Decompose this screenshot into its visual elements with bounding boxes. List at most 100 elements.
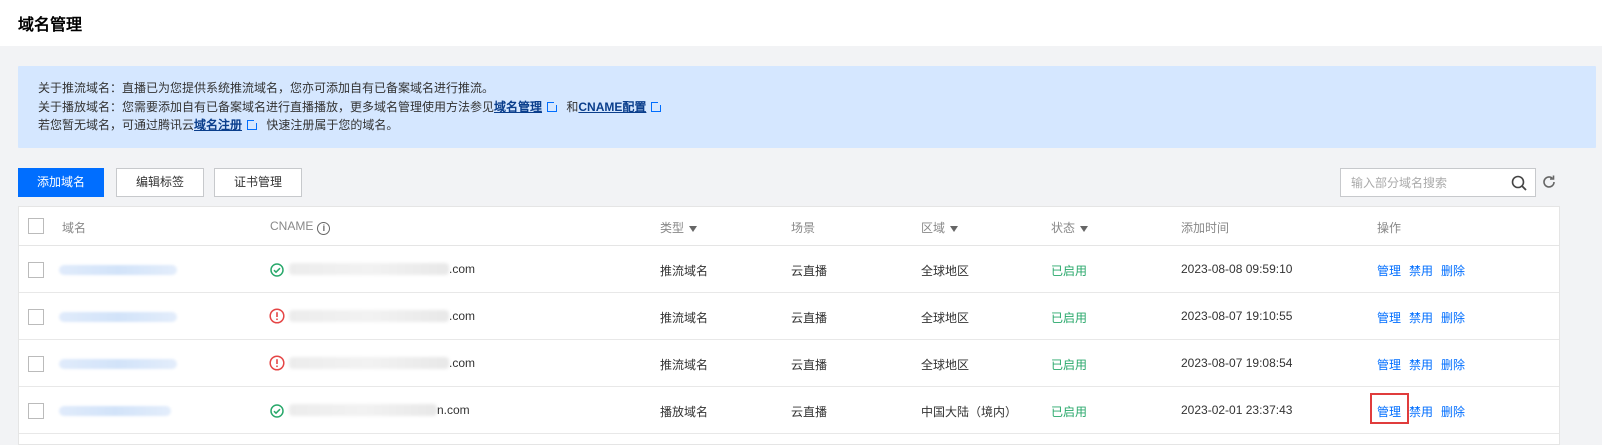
scene-cell: 云直播 [791, 405, 828, 419]
search-icon[interactable] [1511, 175, 1527, 191]
notice-line-1: 关于推流域名：直播已为您提供系统推流域名，您亦可添加自有已备案域名进行推流。 [38, 81, 495, 95]
edit-tags-button[interactable]: 编辑标签 [116, 168, 204, 197]
cname-redacted [289, 404, 437, 416]
info-notice: 关于推流域名：直播已为您提供系统推流域名，您亦可添加自有已备案域名进行推流。 关… [18, 66, 1596, 148]
header-status[interactable]: 状态 [1051, 219, 1089, 236]
cname-suffix: .com [449, 309, 476, 323]
filter-icon[interactable] [950, 226, 959, 232]
region-cell: 中国大陆（境内） [921, 405, 1018, 419]
table-row: .com 推流域名 云直播 全球地区 已启用 2023-08-07 19:10:… [19, 293, 1559, 340]
region-cell: 全球地区 [921, 358, 970, 372]
header-actions: 操作 [1377, 221, 1402, 235]
added-time-cell: 2023-08-07 19:08:54 [1181, 356, 1293, 370]
manage-highlight-box [1370, 393, 1409, 424]
page-title: 域名管理 [18, 17, 83, 34]
page-header: 域名管理 [0, 0, 1602, 46]
row-checkbox[interactable] [28, 356, 44, 372]
filter-icon[interactable] [1080, 226, 1089, 232]
cname-suffix: .com [449, 356, 476, 370]
table-row: n.com 播放域名 云直播 中国大陆（境内） 已启用 2023-02-01 2… [19, 387, 1559, 434]
check-circle-icon [270, 404, 284, 418]
check-circle-icon [270, 263, 284, 277]
notice-line-3-text: 若您暂无域名，可通过腾讯云 [38, 118, 195, 132]
region-cell: 全球地区 [921, 264, 970, 278]
type-cell: 推流域名 [660, 358, 709, 372]
added-time-cell: 2023-08-08 09:59:10 [1181, 262, 1293, 276]
delete-link[interactable]: 删除 [1441, 311, 1465, 325]
header-region[interactable]: 区域 [921, 219, 959, 236]
added-time-cell: 2023-08-07 19:10:55 [1181, 309, 1293, 323]
header-status-label: 状态 [1051, 221, 1076, 235]
filter-icon[interactable] [689, 226, 698, 232]
disable-link[interactable]: 禁用 [1409, 358, 1433, 372]
disable-link[interactable]: 禁用 [1409, 264, 1433, 278]
added-time-cell: 2023-02-01 23:37:43 [1181, 403, 1293, 417]
actions-cell: 管理 禁用 删除 [1377, 262, 1473, 279]
header-scene: 场景 [791, 221, 816, 235]
external-link-icon [547, 99, 560, 112]
domain-redacted [59, 406, 171, 416]
delete-link[interactable]: 删除 [1441, 264, 1465, 278]
manage-link[interactable]: 管理 [1377, 358, 1401, 372]
refresh-icon[interactable] [1541, 174, 1557, 190]
status-cell: 已启用 [1051, 405, 1088, 419]
search-box [1340, 168, 1536, 197]
header-domain: 域名 [62, 221, 87, 235]
region-cell: 全球地区 [921, 311, 970, 325]
delete-link[interactable]: 删除 [1441, 358, 1465, 372]
status-cell: 已启用 [1051, 264, 1088, 278]
domain-redacted [59, 359, 177, 369]
cname-redacted [289, 263, 449, 275]
header-region-label: 区域 [921, 221, 946, 235]
type-cell: 推流域名 [660, 311, 709, 325]
cname-redacted [289, 310, 449, 322]
warning-circle-icon [269, 308, 285, 324]
type-cell: 推流域名 [660, 264, 709, 278]
add-domain-button[interactable]: 添加域名 [18, 168, 104, 197]
notice-line-3-suffix: 快速注册属于您的域名。 [266, 118, 399, 132]
header-type[interactable]: 类型 [660, 219, 698, 236]
domain-redacted [59, 312, 177, 322]
cname-suffix: .com [449, 262, 476, 276]
table-row: .com 推流域名 云直播 全球地区 已启用 2023-08-07 19:08:… [19, 340, 1559, 387]
cname-redacted [289, 357, 449, 369]
scene-cell: 云直播 [791, 264, 828, 278]
status-cell: 已启用 [1051, 311, 1088, 325]
notice-line-2-text: 关于播放域名：您需要添加自有已备案域名进行直播播放，更多域名管理使用方法参见 [38, 99, 495, 114]
domain-register-link[interactable]: 域名注册 [194, 118, 242, 132]
manage-link[interactable]: 管理 [1377, 264, 1401, 278]
header-cname: CNAME i [270, 219, 331, 235]
type-cell: 播放域名 [660, 405, 709, 419]
header-type-label: 类型 [660, 221, 685, 235]
search-input[interactable] [1341, 169, 1501, 196]
cert-manage-button[interactable]: 证书管理 [214, 168, 302, 197]
cname-suffix: n.com [437, 403, 470, 417]
warning-circle-icon [269, 355, 285, 371]
manage-link[interactable]: 管理 [1377, 311, 1401, 325]
row-checkbox[interactable] [28, 262, 44, 278]
actions-cell: 管理 禁用 删除 [1377, 356, 1473, 373]
delete-link[interactable]: 删除 [1441, 405, 1465, 419]
cname-config-link[interactable]: CNAME配置 [578, 100, 646, 114]
table-header: 域名 CNAME i 类型 场景 区域 状态 添加时间 操作 [19, 207, 1559, 246]
scene-cell: 云直播 [791, 311, 828, 325]
notice-line-3: 若您暂无域名，可通过腾讯云域名注册 快速注册属于您的域名。 [38, 116, 1576, 135]
notice-line-2-mid: 和 [566, 99, 579, 114]
disable-link[interactable]: 禁用 [1409, 405, 1433, 419]
header-cname-label: CNAME [270, 219, 314, 233]
select-all-checkbox[interactable] [28, 218, 44, 234]
external-link-icon [247, 118, 260, 130]
table-row: .com 推流域名 云直播 全球地区 已启用 2023-08-08 09:59:… [19, 246, 1559, 293]
actions-cell: 管理 禁用 删除 [1377, 309, 1473, 326]
disable-link[interactable]: 禁用 [1409, 311, 1433, 325]
header-added-time: 添加时间 [1181, 221, 1230, 235]
info-icon[interactable]: i [317, 222, 331, 235]
domain-manage-link[interactable]: 域名管理 [494, 100, 542, 114]
domain-redacted [59, 265, 177, 275]
domain-table: 域名 CNAME i 类型 场景 区域 状态 添加时间 操作 .com 推流域名 … [18, 206, 1560, 445]
notice-line-2: 关于播放域名：您需要添加自有已备案域名进行直播播放，更多域名管理使用方法参见域名… [38, 98, 1576, 117]
row-checkbox[interactable] [28, 403, 44, 419]
row-checkbox[interactable] [28, 309, 44, 325]
external-link-icon [651, 99, 664, 112]
status-cell: 已启用 [1051, 358, 1088, 372]
